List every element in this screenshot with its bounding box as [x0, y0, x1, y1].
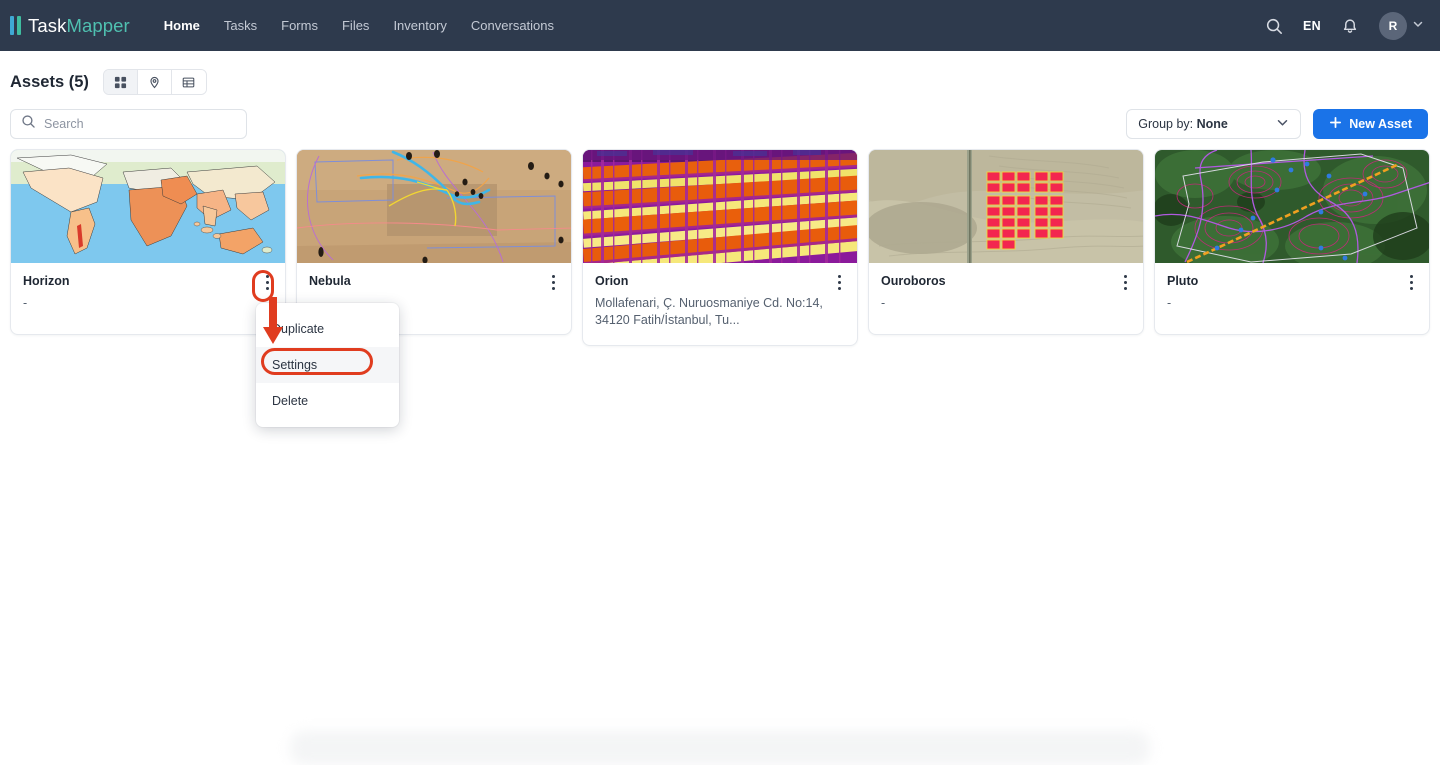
page-title: Assets (5) — [10, 73, 89, 92]
asset-menu-button[interactable] — [257, 271, 277, 293]
search-icon — [21, 114, 36, 134]
assets-grid: Horizon - — [0, 139, 1440, 346]
group-by-value: None — [1197, 117, 1228, 131]
asset-card[interactable]: Ouroboros - — [868, 149, 1144, 335]
asset-context-menu: Duplicate Settings Delete — [256, 303, 399, 427]
new-asset-button[interactable]: New Asset — [1313, 109, 1428, 139]
menu-item-delete[interactable]: Delete — [256, 383, 399, 419]
asset-card-body: Ouroboros - — [869, 263, 1143, 334]
view-toggle-group — [103, 69, 207, 95]
search-input[interactable] — [44, 117, 236, 131]
toolbar-right-actions: Group by: None New Asset — [1126, 109, 1428, 139]
asset-card-body: Pluto - — [1155, 263, 1429, 334]
avatar: R — [1379, 12, 1407, 40]
asset-menu-button[interactable] — [1115, 271, 1135, 293]
search-icon[interactable] — [1265, 17, 1283, 35]
menu-item-settings[interactable]: Settings — [256, 347, 399, 383]
group-by-dropdown[interactable]: Group by: None — [1126, 109, 1301, 139]
top-bar-actions: EN R — [1265, 12, 1424, 40]
asset-title: Pluto — [1167, 274, 1417, 288]
group-by-prefix: Group by: — [1138, 117, 1196, 131]
nav-item-tasks[interactable]: Tasks — [212, 12, 269, 39]
group-by-label: Group by: None — [1138, 117, 1228, 131]
chevron-down-icon — [1412, 17, 1424, 35]
page-header: Assets (5) — [0, 51, 1440, 95]
menu-item-duplicate[interactable]: Duplicate — [256, 311, 399, 347]
asset-thumbnail-world-heatmap — [11, 150, 285, 263]
nav-item-forms[interactable]: Forms — [269, 12, 330, 39]
logo-bars-icon — [10, 16, 21, 35]
asset-card-body: Orion Mollafenari, Ç. Nuruosmaniye Cd. N… — [583, 263, 857, 345]
asset-thumbnail-desert-plot-grid — [869, 150, 1143, 263]
search-box[interactable] — [10, 109, 247, 139]
asset-subtitle: - — [23, 295, 251, 312]
chevron-down-icon — [1276, 116, 1289, 132]
asset-thumbnail-terrain-contours — [1155, 150, 1429, 263]
asset-thumbnail-desert-survey-lines — [297, 150, 571, 263]
table-view-button[interactable] — [172, 70, 206, 94]
bottom-decoration — [290, 731, 1150, 765]
new-asset-label: New Asset — [1349, 117, 1412, 131]
assets-toolbar: Group by: None New Asset — [0, 95, 1440, 139]
plus-icon — [1329, 116, 1342, 132]
app-logo[interactable]: TaskMapper — [10, 15, 130, 37]
asset-subtitle: Mollafenari, Ç. Nuruosmaniye Cd. No:14, … — [595, 295, 823, 329]
asset-title: Ouroboros — [881, 274, 1131, 288]
asset-card[interactable]: Pluto - — [1154, 149, 1430, 335]
asset-subtitle: - — [881, 295, 1109, 312]
logo-text-part2: Mapper — [66, 15, 129, 36]
asset-menu-button[interactable] — [829, 271, 849, 293]
main-nav: Home Tasks Forms Files Inventory Convers… — [152, 12, 566, 39]
logo-text-part1: Task — [28, 15, 66, 36]
grid-view-button[interactable] — [104, 70, 138, 94]
asset-title: Nebula — [309, 274, 559, 288]
asset-title: Orion — [595, 274, 845, 288]
asset-menu-button[interactable] — [543, 271, 563, 293]
asset-subtitle: - — [1167, 295, 1395, 312]
nav-item-inventory[interactable]: Inventory — [381, 12, 458, 39]
logo-text: TaskMapper — [28, 15, 130, 37]
asset-thumbnail-thermal-solar-panels — [583, 150, 857, 263]
bell-icon[interactable] — [1341, 17, 1359, 35]
top-navigation-bar: TaskMapper Home Tasks Forms Files Invent… — [0, 0, 1440, 51]
map-view-button[interactable] — [138, 70, 172, 94]
language-selector[interactable]: EN — [1303, 19, 1321, 33]
asset-card-body: Horizon - — [11, 263, 285, 334]
asset-card[interactable]: Horizon - — [10, 149, 286, 335]
asset-title: Horizon — [23, 274, 273, 288]
asset-menu-button[interactable] — [1401, 271, 1421, 293]
nav-item-conversations[interactable]: Conversations — [459, 12, 566, 39]
nav-item-home[interactable]: Home — [152, 12, 212, 39]
nav-item-files[interactable]: Files — [330, 12, 381, 39]
asset-card[interactable]: Orion Mollafenari, Ç. Nuruosmaniye Cd. N… — [582, 149, 858, 346]
user-menu[interactable]: R — [1379, 12, 1424, 40]
